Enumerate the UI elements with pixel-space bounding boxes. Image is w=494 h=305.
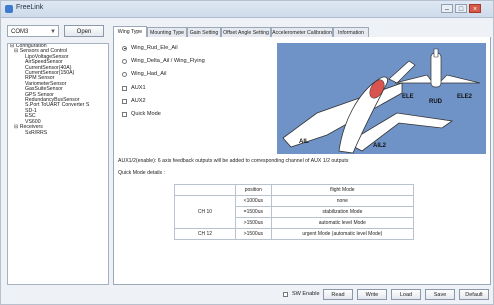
main-window: FreeLink – □ × COM3 ▼ Open ⊟ Configurati… [0, 0, 494, 305]
quick-mode-table: position flight Mode CH 10 <1000us none … [174, 184, 415, 240]
radio-icon[interactable] [122, 58, 127, 64]
left-pane: COM3 ▼ Open ⊟ Configuration ⊟ Sensors and… [7, 23, 109, 285]
option-label: AUX2 [131, 98, 146, 104]
checkbox-icon[interactable] [122, 85, 127, 91]
tree-item[interactable]: SxR/RRS [8, 130, 108, 136]
default-button[interactable]: Default [459, 289, 489, 300]
option-label: AUX1 [131, 85, 146, 91]
maximize-button[interactable]: □ [455, 4, 467, 13]
table-cell: stabilization Mode [270, 206, 415, 218]
tab-information[interactable]: Information [333, 27, 369, 37]
write-button[interactable]: Write [357, 289, 387, 300]
table-cell-channel: CH 12 [174, 228, 236, 240]
save-button[interactable]: Save [425, 289, 455, 300]
sw-enable-checkbox[interactable]: SW Enable [283, 291, 320, 297]
read-button[interactable]: Read [323, 289, 353, 300]
radio-icon[interactable] [122, 45, 127, 51]
config-tree[interactable]: ⊟ Configuration ⊟ Sensors and Control Lipo… [7, 43, 109, 285]
table-row: CH 10 <1000us none [174, 195, 415, 229]
option-label: Quick Mode [131, 111, 161, 117]
port-value: COM3 [11, 29, 29, 35]
ele2-label: ELE2 [457, 94, 473, 100]
wing-type-radio[interactable]: Wing_Delta_Ail / Wing_Flying [122, 58, 205, 64]
option-label: Wing_Rud_Ele_Ail [131, 45, 178, 51]
table-cell: =1500us [235, 206, 272, 218]
close-button[interactable]: × [469, 4, 481, 13]
table-cell: none [270, 195, 415, 207]
title-bar: FreeLink – □ × [1, 1, 493, 18]
option-checkbox[interactable]: AUX1 [122, 85, 146, 91]
ail2-label: AIL2 [373, 143, 387, 149]
chevron-down-icon: ▼ [50, 29, 56, 35]
sw-enable-label: SW Enable [292, 291, 320, 297]
table-header: position [235, 184, 272, 196]
aircraft-illustration: ELE RUD ELE2 AIL AIL2 [282, 48, 481, 154]
table-cell-channel: CH 10 [174, 195, 236, 229]
option-checkbox[interactable]: AUX2 [122, 98, 146, 104]
table-cell: automatic level Mode [270, 217, 415, 229]
aux-note: AUX1/2(enable): 6 axis feedback outputs … [118, 158, 349, 164]
port-select[interactable]: COM3 ▼ [7, 25, 59, 37]
table-cell: >1500us [235, 217, 272, 229]
aircraft-diagram: ELE RUD ELE2 AIL AIL2 [277, 43, 486, 154]
open-button[interactable]: Open [64, 25, 104, 37]
tab-gain-setting[interactable]: Gain Setting [187, 27, 221, 37]
ele-label: ELE [402, 94, 414, 100]
rud-label: RUD [429, 99, 443, 105]
load-button[interactable]: Load [391, 289, 421, 300]
option-checkbox[interactable]: Quick Mode [122, 111, 161, 117]
checkbox-icon[interactable] [122, 111, 127, 117]
wing-type-radio[interactable]: Wing_Rud_Ele_Ail [122, 45, 178, 51]
checkbox-icon[interactable] [122, 98, 127, 104]
table-header: flight Mode [270, 184, 415, 196]
tab-accelerometer-calibration[interactable]: Accelerometer Calibration [271, 27, 333, 37]
table-header-row: position flight Mode [174, 184, 415, 196]
window-title: FreeLink [16, 4, 44, 11]
bottom-bar: SW Enable Read Write Load Save Default [113, 287, 491, 303]
wing-type-radio[interactable]: Wing_Had_Ail [122, 71, 166, 77]
tab-mounting-type[interactable]: Mounting Type [147, 27, 187, 37]
app-icon [5, 5, 13, 13]
quick-mode-title: Quick Mode details : [118, 170, 165, 176]
checkbox-box[interactable] [283, 291, 288, 297]
option-label: Wing_Delta_Ail / Wing_Flying [131, 58, 205, 64]
table-row: CH 12 >1500us urgent Mode (automatic lev… [174, 228, 415, 240]
ail-label: AIL [299, 139, 309, 145]
radio-icon[interactable] [122, 71, 127, 77]
table-cell: >1500us [235, 228, 272, 240]
option-label: Wing_Had_Ail [131, 71, 167, 77]
tab-offset-angle-setting[interactable]: Offset Angle Setting [221, 27, 271, 37]
table-cell: <1000us [235, 195, 272, 207]
wing-type-panel: Wing_Rud_Ele_Ail Wing_Delta_Ail / Wing_Fl… [113, 37, 491, 285]
table-cell: urgent Mode (automatic level Mode) [270, 228, 415, 240]
minimize-button[interactable]: – [441, 4, 453, 13]
